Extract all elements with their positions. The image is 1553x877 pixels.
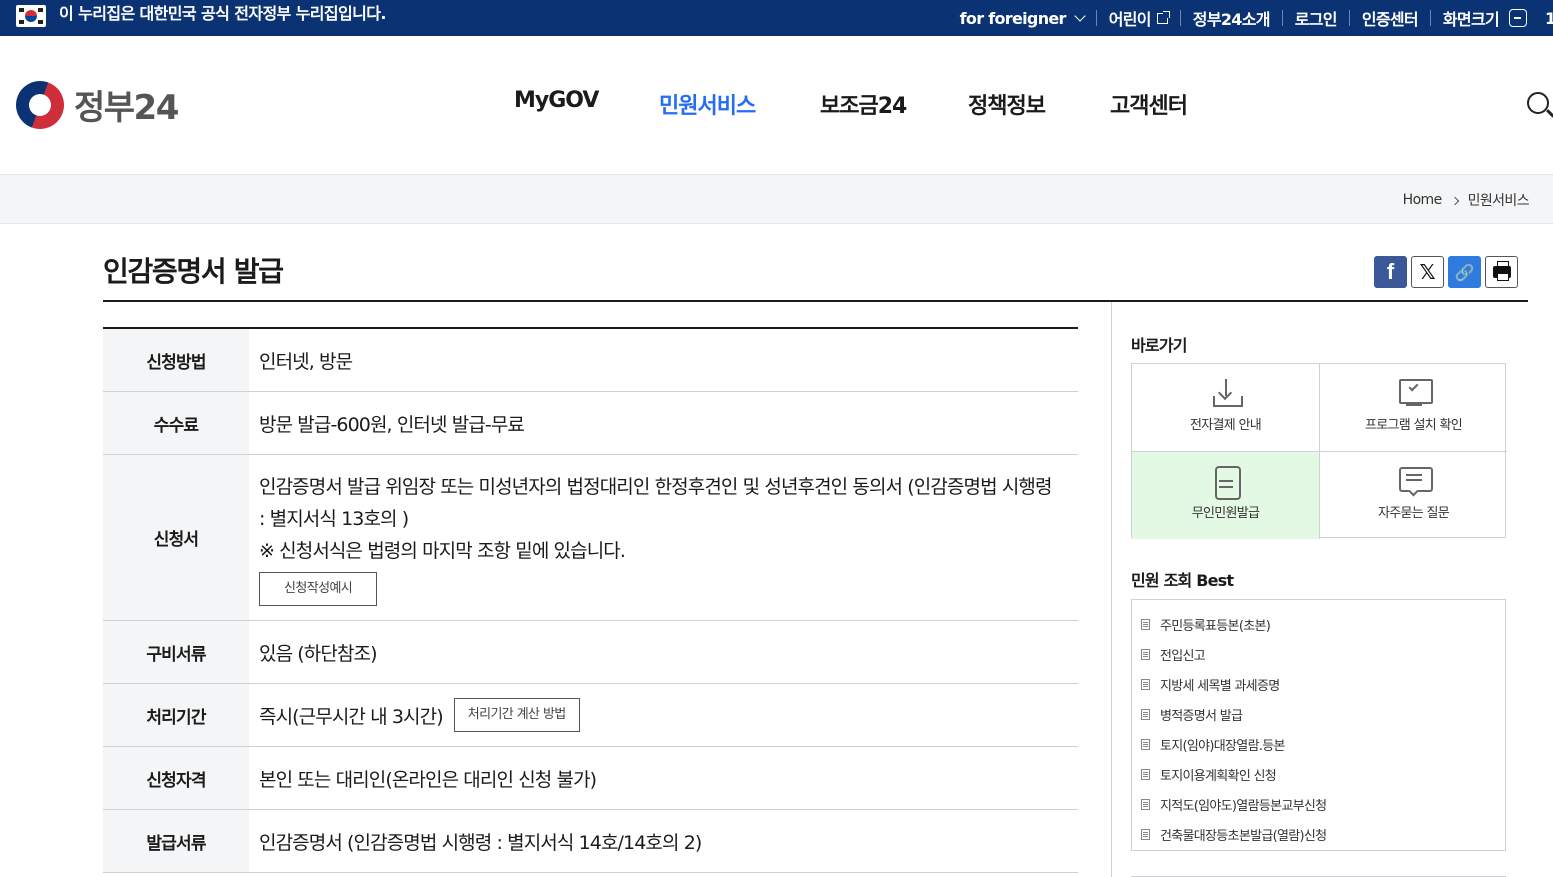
chevron-down-icon <box>1074 10 1086 22</box>
quick-link-label: 전자결제 안내 <box>1190 418 1262 433</box>
facebook-share-icon[interactable]: f <box>1374 256 1407 288</box>
login-link[interactable]: 로그인 <box>1283 6 1349 30</box>
faq-icon <box>1398 466 1433 497</box>
quick-link-label: 무인민원발급 <box>1191 506 1260 521</box>
best-services-list: 주민등록표등본(초본) 전입신고 지방세 세목별 과세증명 병적증명서 발급 토… <box>1131 599 1506 851</box>
row-label: 신청자격 <box>103 747 249 809</box>
kids-link[interactable]: 어린이 <box>1097 6 1180 30</box>
search-icon[interactable] <box>1527 92 1549 114</box>
share-tools: f 𝕏 🔗 <box>1374 256 1518 288</box>
document-icon <box>1141 798 1150 810</box>
row-value: 있음 (하단참조) <box>259 642 378 665</box>
document-icon <box>1141 738 1150 750</box>
breadcrumb: Home 민원서비스 <box>1403 190 1530 210</box>
gov-notice-text: 이 누리집은 대한민국 공식 전자정부 누리집입니다. <box>59 4 386 23</box>
cert-center-link[interactable]: 인증센터 <box>1350 6 1430 30</box>
table-row: 신청자격 본인 또는 대리인(온라인은 대리인 신청 불가) <box>103 747 1078 810</box>
nav-customer-center[interactable]: 고객센터 <box>1110 88 1188 120</box>
page-title: 인감증명서 발급 <box>103 255 284 288</box>
document-icon <box>1141 678 1150 690</box>
list-item[interactable]: 전입신고 <box>1132 639 1505 669</box>
list-item[interactable]: 지방세 세목별 과세증명 <box>1132 669 1505 699</box>
table-row: 신청방법 인터넷, 방문 <box>103 329 1078 392</box>
document-icon <box>1141 828 1150 840</box>
document-icon <box>1141 708 1150 720</box>
list-item[interactable]: 토지이용계획확인 신청 <box>1132 759 1505 789</box>
document-icon <box>1141 768 1150 780</box>
title-divider <box>103 300 1528 302</box>
row-value: 인감증명서 발급 위임장 또는 미성년자의 법정대리인 한정후견인 및 성년후견… <box>249 455 1078 620</box>
table-row: 신청서 인감증명서 발급 위임장 또는 미성년자의 법정대리인 한정후견인 및 … <box>103 455 1078 621</box>
breadcrumb-bar: Home 민원서비스 <box>0 174 1553 224</box>
font-size-value: 1( <box>1545 8 1553 28</box>
row-value: 즉시(근무시간 내 3시간) 처리기간 계산 방법 <box>249 684 1078 746</box>
form-name-line1: 인감증명서 발급 위임장 또는 미성년자의 법정대리인 한정후견인 및 성년후견… <box>259 476 1052 498</box>
nav-civil-service[interactable]: 민원서비스 <box>659 88 756 120</box>
processing-time-calc-button[interactable]: 처리기간 계산 방법 <box>453 698 580 732</box>
document-icon <box>1141 648 1150 660</box>
top-utility-links: for foreigner 어린이 정부24소개 로그인 인증센터 화면크기 1… <box>948 0 1553 36</box>
download-icon <box>1210 378 1243 408</box>
list-item[interactable]: 토지(임야)대장열람.등본 <box>1132 729 1505 759</box>
row-value: 본인 또는 대리인(온라인은 대리인 신청 불가) <box>259 768 597 791</box>
quick-links-title: 바로가기 <box>1131 336 1187 355</box>
quick-link-faq[interactable]: 자주묻는 질문 <box>1320 452 1507 539</box>
table-row: 수수료 방문 발급-600원, 인터넷 발급-무료 <box>103 392 1078 455</box>
row-value: 인감증명서 (인감증명법 시행령 : 별지서식 14호/14호의 2) <box>259 831 702 854</box>
form-name-line2: : 별지서식 13호의 ) <box>259 508 409 530</box>
row-label: 신청서 <box>103 455 249 620</box>
quick-link-epayment[interactable]: 전자결제 안내 <box>1132 364 1319 451</box>
nav-subsidy[interactable]: 보조금24 <box>820 88 907 120</box>
quick-links: 전자결제 안내 프로그램 설치 확인 무인민원발급 자주묻는 질문 <box>1131 363 1507 539</box>
sidebar-divider <box>1111 302 1112 877</box>
quick-link-kiosk[interactable]: 무인민원발급 <box>1132 452 1319 539</box>
service-info-table: 신청방법 인터넷, 방문 수수료 방문 발급-600원, 인터넷 발급-무료 신… <box>103 327 1078 873</box>
nav-policy[interactable]: 정책정보 <box>968 88 1046 120</box>
row-value: 인터넷, 방문 <box>259 350 353 373</box>
list-item[interactable]: 주민등록표등본(초본) <box>1132 609 1505 639</box>
main-nav: MyGOV 민원서비스 보조금24 정책정보 고객센터 <box>0 88 1553 122</box>
table-row: 처리기간 즉시(근무시간 내 3시간) 처리기간 계산 방법 <box>103 684 1078 747</box>
breadcrumb-current[interactable]: 민원서비스 <box>1468 190 1530 210</box>
row-label: 수수료 <box>103 392 249 454</box>
kiosk-icon <box>1210 466 1242 500</box>
form-note: ※ 신청서식은 법령의 마지막 조항 밑에 있습니다. <box>259 540 626 562</box>
external-link-icon <box>1156 10 1170 24</box>
zoom-out-icon[interactable] <box>1509 9 1527 27</box>
row-label: 발급서류 <box>103 810 249 872</box>
table-row: 발급서류 인감증명서 (인감증명법 시행령 : 별지서식 14호/14호의 2) <box>103 810 1078 873</box>
link-copy-icon[interactable]: 🔗 <box>1448 256 1481 288</box>
list-item[interactable]: 건축물대장등초본발급(열람)신청 <box>1132 819 1505 849</box>
monitor-check-icon <box>1398 378 1433 408</box>
list-item[interactable]: 병적증명서 발급 <box>1132 699 1505 729</box>
quick-link-program-check[interactable]: 프로그램 설치 확인 <box>1320 364 1507 451</box>
list-item[interactable]: 지적도(임야도)열람등본교부신청 <box>1132 789 1505 819</box>
row-label: 구비서류 <box>103 621 249 683</box>
form-example-button[interactable]: 신청작성예시 <box>259 572 378 606</box>
row-label: 신청방법 <box>103 329 249 391</box>
x-share-icon[interactable]: 𝕏 <box>1411 256 1444 288</box>
row-value: 방문 발급-600원, 인터넷 발급-무료 <box>259 413 525 436</box>
print-icon[interactable] <box>1485 256 1518 288</box>
quick-link-label: 자주묻는 질문 <box>1378 506 1450 521</box>
document-icon <box>1141 618 1150 630</box>
korea-flag-icon <box>16 5 46 27</box>
table-row: 구비서류 있음 (하단참조) <box>103 621 1078 684</box>
chevron-right-icon <box>1450 196 1459 206</box>
row-label: 처리기간 <box>103 684 249 746</box>
quick-link-label: 프로그램 설치 확인 <box>1365 418 1463 433</box>
font-size-control[interactable]: 화면크기 <box>1431 6 1539 30</box>
processing-time: 즉시(근무시간 내 3시간) <box>259 705 444 728</box>
about-link[interactable]: 정부24소개 <box>1181 6 1282 30</box>
breadcrumb-home[interactable]: Home <box>1403 192 1443 208</box>
best-services-title: 민원 조회 Best <box>1131 571 1234 590</box>
foreigner-link[interactable]: for foreigner <box>948 9 1096 28</box>
nav-mygov[interactable]: MyGOV <box>514 88 599 113</box>
gov-banner: 이 누리집은 대한민국 공식 전자정부 누리집입니다. for foreigne… <box>0 0 1553 36</box>
